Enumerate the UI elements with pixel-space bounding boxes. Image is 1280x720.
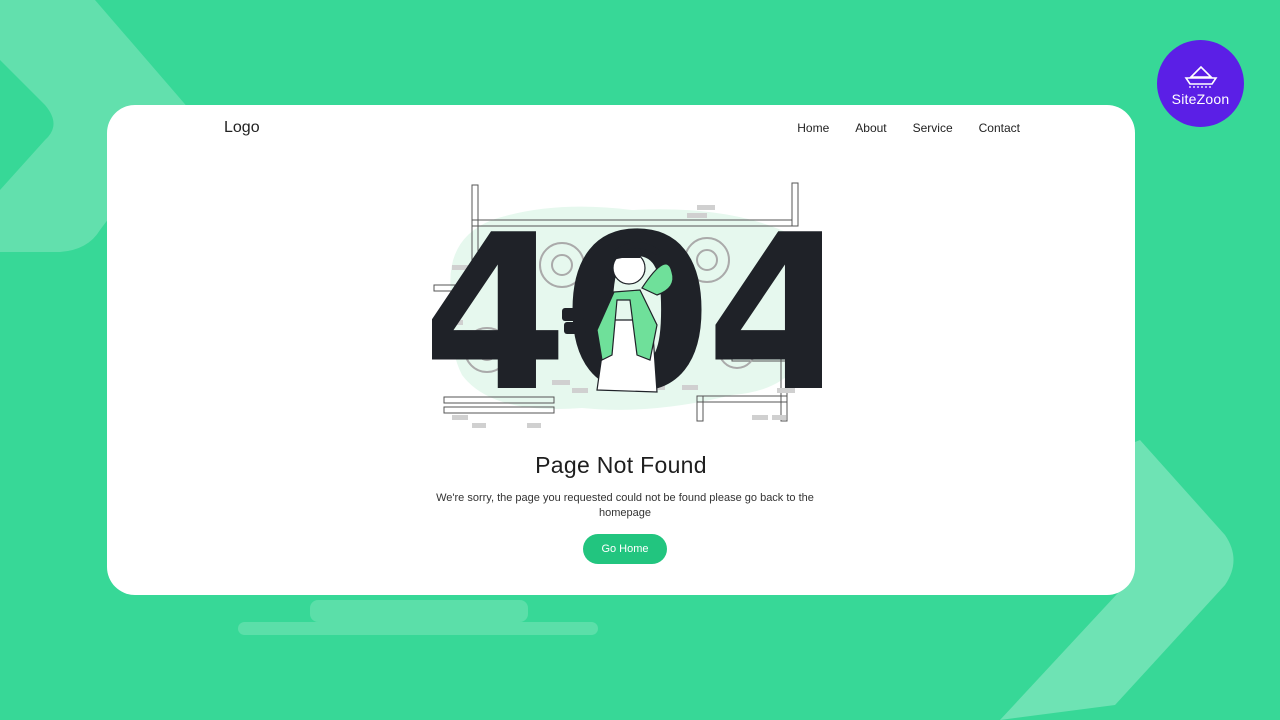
- brand-badge: SiteZoon: [1157, 40, 1244, 127]
- nav-link-home[interactable]: Home: [797, 121, 829, 135]
- boat-icon: [1184, 65, 1217, 88]
- error-message: We're sorry, the page you requested coul…: [436, 492, 814, 519]
- error-code: 404: [432, 188, 822, 430]
- 404-illustration: 404: [432, 182, 822, 430]
- error-page-card: Logo Home About Service Contact 404 Page…: [107, 105, 1135, 595]
- background-pill: [310, 600, 528, 622]
- nav-link-contact[interactable]: Contact: [979, 121, 1020, 135]
- site-logo[interactable]: Logo: [224, 119, 260, 137]
- go-home-button[interactable]: Go Home: [583, 534, 667, 564]
- page-title: Page Not Found: [535, 452, 707, 478]
- brand-name: SiteZoon: [1171, 90, 1230, 107]
- nav-link-service[interactable]: Service: [913, 121, 953, 135]
- nav-menu: Home About Service Contact: [797, 121, 1020, 135]
- nav-link-about[interactable]: About: [855, 121, 886, 135]
- background-pill: [238, 622, 598, 635]
